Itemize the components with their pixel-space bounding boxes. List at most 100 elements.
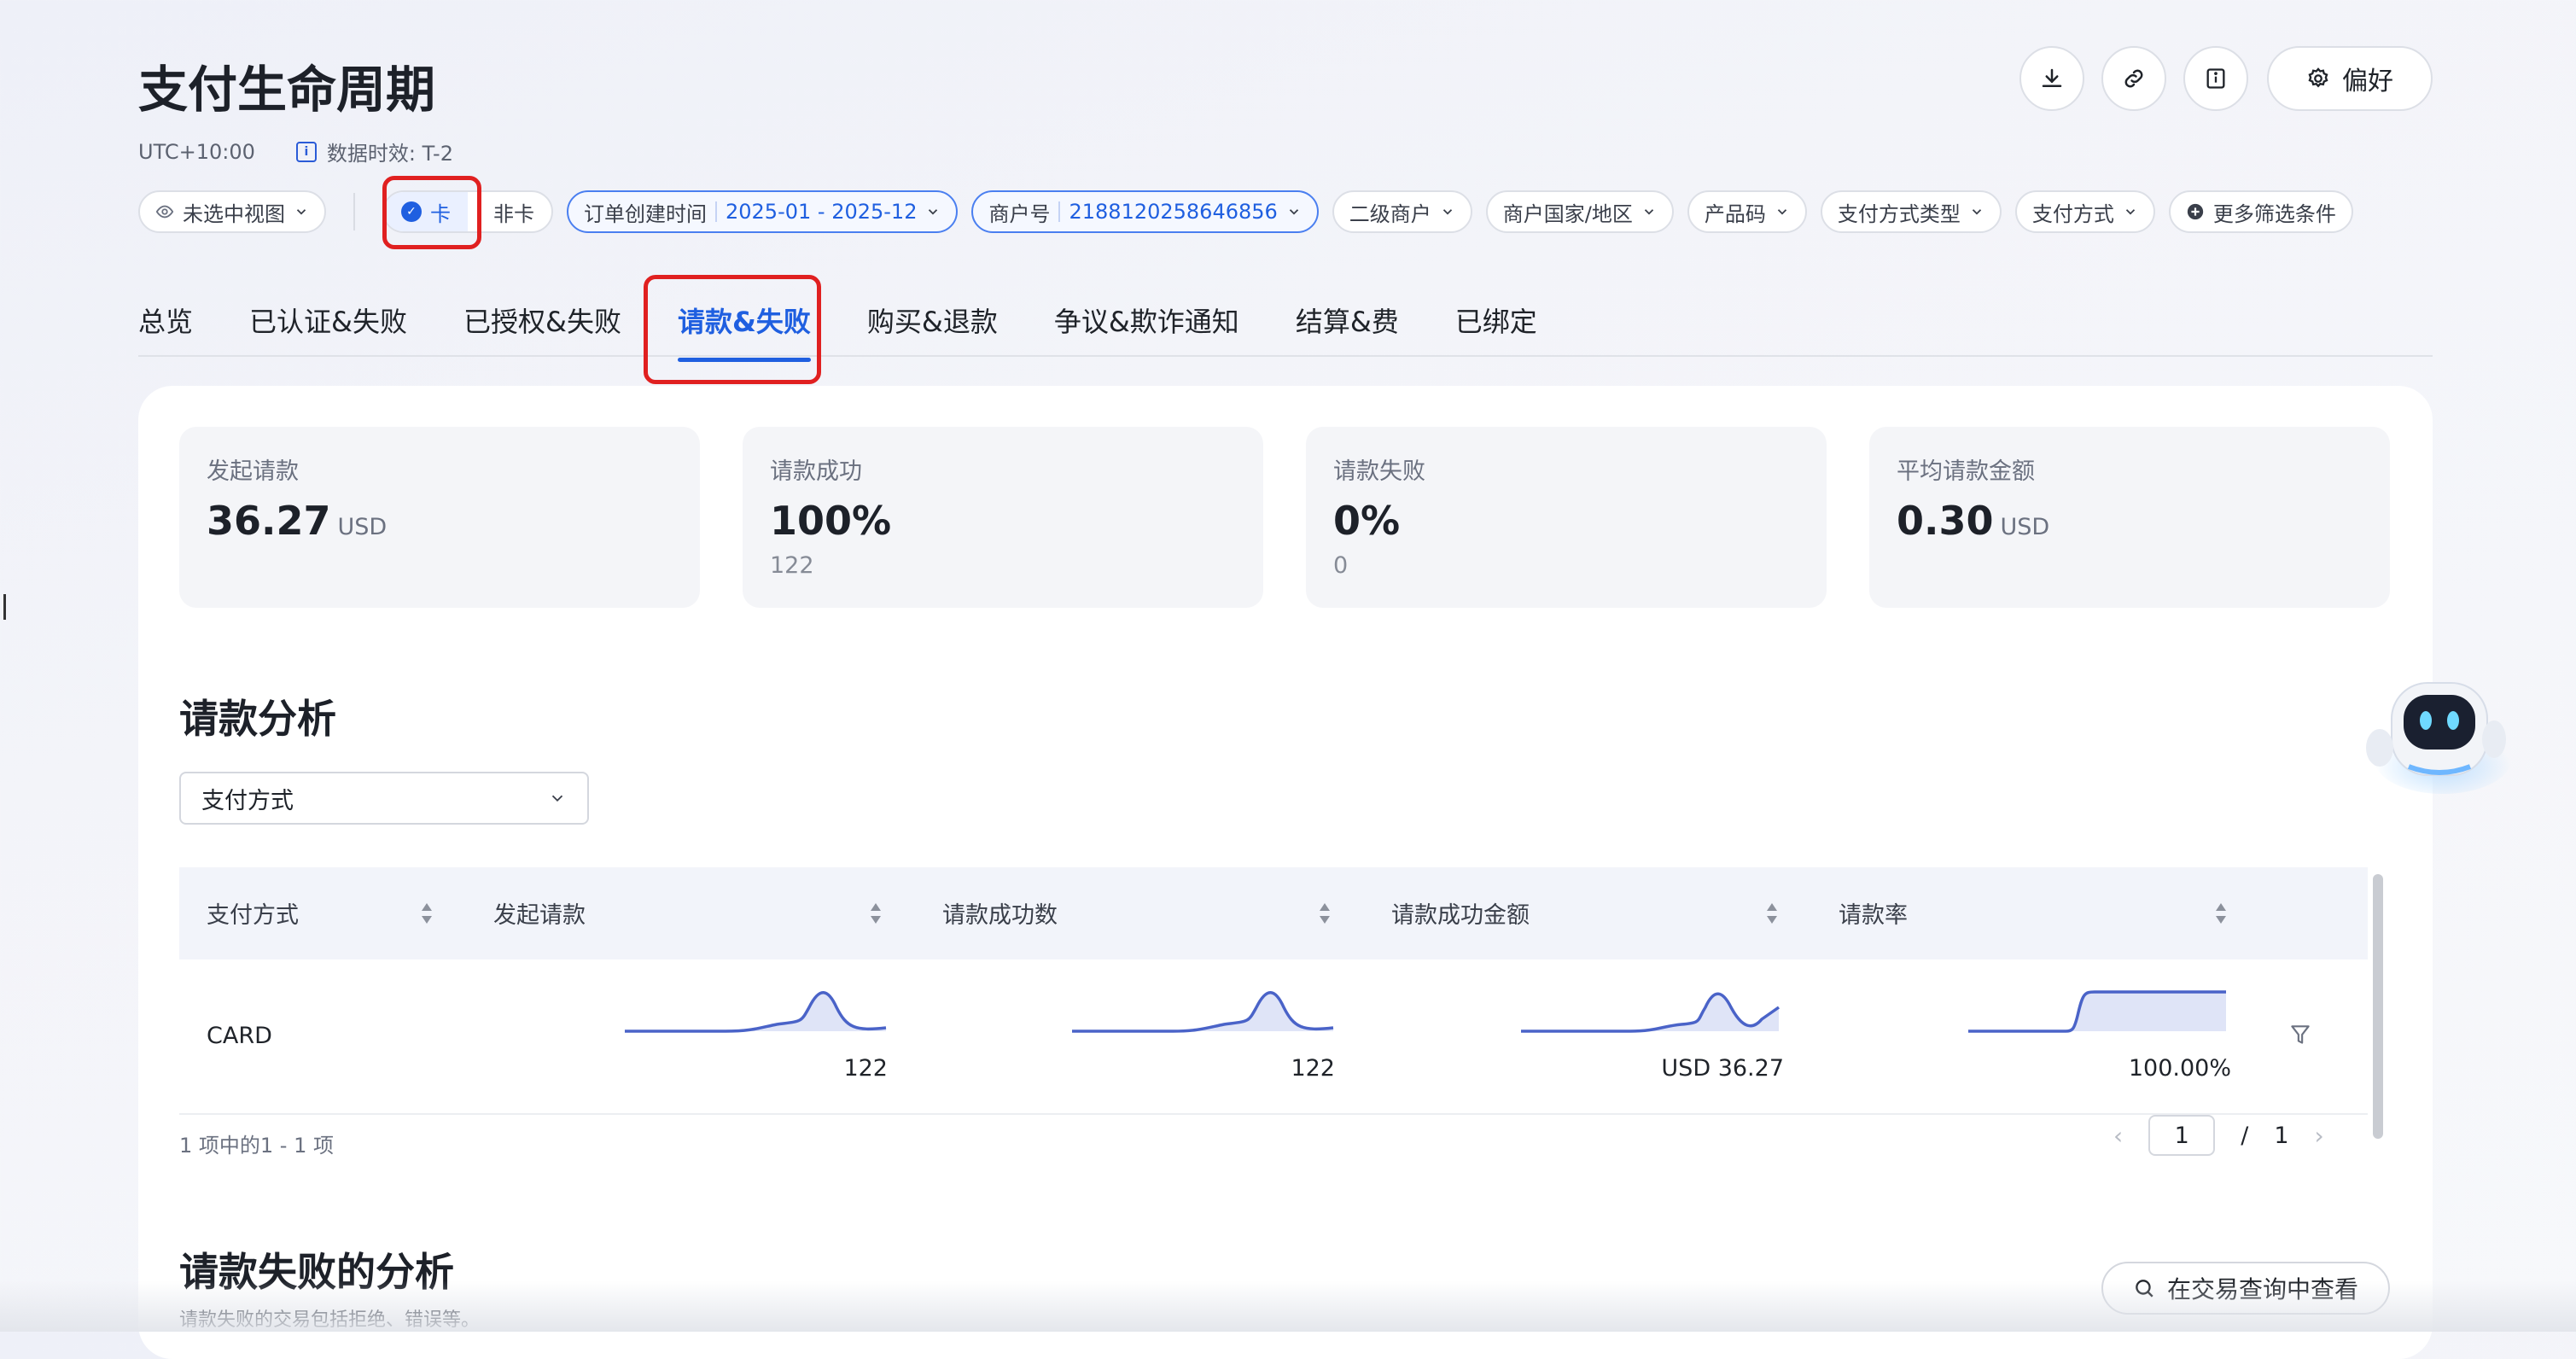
more-filters-button[interactable]: 更多筛选条件 xyxy=(2168,190,2353,233)
tab-purchase-refund[interactable]: 购买&退款 xyxy=(867,300,998,362)
kpi-label: 请款失败 xyxy=(1333,458,1425,485)
noncard-toggle-label: 非卡 xyxy=(493,201,534,226)
failure-analysis-description: 请款失败的交易包括拒绝、错误等。 xyxy=(179,1309,481,1331)
sort-icon[interactable] xyxy=(1318,900,1332,927)
info-button[interactable] xyxy=(2183,46,2248,111)
total-pages: 1 xyxy=(2274,1122,2289,1149)
sort-icon[interactable] xyxy=(1765,900,1779,927)
sort-icon[interactable] xyxy=(420,900,434,927)
kpi-card-initiated: 发起请款 36.27 USD xyxy=(179,427,700,608)
order-time-filter[interactable]: 订单创建时间 2025-01 - 2025-12 xyxy=(567,190,959,233)
payment-method-type-filter[interactable]: 支付方式类型 xyxy=(1820,190,2002,233)
tab-overview[interactable]: 总览 xyxy=(138,300,193,362)
column-header-success-count[interactable]: 请款成功数 xyxy=(942,896,1058,930)
merchant-country-filter-label: 商户国家/地区 xyxy=(1502,201,1633,226)
kpi-sub: 0 xyxy=(1333,552,1349,579)
next-page-icon[interactable]: › xyxy=(2315,1122,2324,1150)
link-icon xyxy=(2124,69,2143,88)
filter-divider xyxy=(353,193,355,230)
chevron-down-icon xyxy=(296,209,306,215)
noncard-toggle-option[interactable]: 非卡 xyxy=(476,192,551,231)
chevron-down-icon xyxy=(2125,209,2136,215)
sparkline-rate xyxy=(1968,990,2226,1033)
share-link-button[interactable] xyxy=(2101,46,2166,111)
more-filters-label: 更多筛选条件 xyxy=(2212,201,2336,226)
tab-dispute-fraud[interactable]: 争议&欺诈通知 xyxy=(1054,300,1239,362)
tab-authorized-failed[interactable]: 已授权&失败 xyxy=(463,300,621,362)
sub-merchant-filter-label: 二级商户 xyxy=(1349,201,1431,226)
preferences-label: 偏好 xyxy=(2342,67,2393,96)
data-freshness: i 数据时效: T-2 xyxy=(295,137,453,166)
gear-icon xyxy=(2308,67,2328,88)
payment-method-type-filter-label: 支付方式类型 xyxy=(1837,201,1961,226)
tab-divider xyxy=(138,355,2433,357)
table-cell-success-count: 122 xyxy=(1291,1055,1335,1082)
product-code-filter-label: 产品码 xyxy=(1704,201,1766,226)
filter-separator xyxy=(1058,201,1061,222)
page-title: 支付生命周期 xyxy=(138,61,436,119)
failure-analysis-title: 请款失败的分析 xyxy=(179,1249,454,1295)
kpi-value: 36.27 USD xyxy=(207,498,673,544)
kpi-unit: USD xyxy=(2000,514,2050,540)
tab-bound[interactable]: 已绑定 xyxy=(1455,300,1537,362)
sparkline-success-amount xyxy=(1521,992,1780,1033)
kpi-value-number: 0.30 xyxy=(1897,498,1994,544)
kpi-label: 发起请款 xyxy=(207,458,299,485)
sparkline-initiated xyxy=(625,991,887,1033)
download-button[interactable] xyxy=(2019,46,2084,111)
kpi-card-average: 平均请款金额 0.30 USD xyxy=(1869,427,2390,608)
chevron-down-icon xyxy=(1289,209,1298,215)
table-cell-rate: 100.00% xyxy=(2128,1055,2231,1082)
filter-separator xyxy=(715,201,717,222)
page-input[interactable]: 1 xyxy=(2148,1115,2216,1156)
view-selector[interactable]: 未选中视图 xyxy=(138,190,326,233)
assistant-robot-button[interactable] xyxy=(2357,666,2520,802)
kpi-value: 100% xyxy=(770,498,892,544)
product-code-filter[interactable]: 产品码 xyxy=(1687,190,1807,233)
chevron-down-icon xyxy=(1644,209,1654,215)
column-header-rate[interactable]: 请款率 xyxy=(1839,896,1908,930)
kpi-value: 0.30 USD xyxy=(1897,498,2363,544)
kpi-value: 0% xyxy=(1333,498,1401,544)
page-meta: UTC+10:00 i 数据时效: T-2 xyxy=(138,137,453,166)
tab-settlement-fee[interactable]: 结算&费 xyxy=(1296,300,1399,362)
tab-authenticated-failed[interactable]: 已认证&失败 xyxy=(249,300,407,362)
view-in-transaction-query-button[interactable]: 在交易查询中查看 xyxy=(2101,1262,2390,1315)
table-scrollbar-thumb[interactable] xyxy=(2373,874,2383,1139)
timezone-label: UTC+10:00 xyxy=(138,139,255,164)
text-cursor xyxy=(3,594,6,620)
info-square-icon xyxy=(2206,68,2225,89)
highlight-box-tab xyxy=(644,275,821,384)
chevron-down-icon xyxy=(1442,209,1452,215)
view-in-transaction-query-label: 在交易查询中查看 xyxy=(2166,1275,2358,1304)
info-icon: i xyxy=(295,141,317,162)
merchant-id-filter[interactable]: 商户号 2188120258646856 xyxy=(971,190,1319,233)
column-header-method[interactable]: 支付方式 xyxy=(207,896,299,930)
chevron-down-icon xyxy=(1777,209,1787,215)
kpi-card-failed: 请款失败 0% 0 xyxy=(1306,427,1827,608)
kpi-label: 请款成功 xyxy=(770,458,862,485)
robot-icon xyxy=(2366,682,2511,794)
pagination: ‹ 1 / 1 › xyxy=(2113,1115,2324,1156)
column-header-initiated[interactable]: 发起请款 xyxy=(493,896,586,930)
analysis-title: 请款分析 xyxy=(179,696,336,742)
filter-icon[interactable] xyxy=(2289,1023,2311,1048)
table-cell-initiated: 122 xyxy=(843,1055,888,1082)
tab-bar: 总览 已认证&失败 已授权&失败 请款&失败 购买&退款 争议&欺诈通知 结算&… xyxy=(138,300,1537,362)
merchant-id-filter-label: 商户号 xyxy=(988,201,1051,226)
sort-icon[interactable] xyxy=(869,900,883,927)
table-cell-method: CARD xyxy=(207,1023,272,1049)
data-freshness-label: 数据时效: T-2 xyxy=(326,142,453,166)
plus-circle-icon xyxy=(2187,203,2204,220)
sort-icon[interactable] xyxy=(2214,900,2228,927)
column-header-success-amount[interactable]: 请款成功金额 xyxy=(1391,896,1530,930)
payment-method-filter[interactable]: 支付方式 xyxy=(2014,190,2155,233)
preferences-button[interactable]: 偏好 xyxy=(2267,46,2433,111)
merchant-id-filter-value: 2188120258646856 xyxy=(1069,200,1278,224)
sub-merchant-filter[interactable]: 二级商户 xyxy=(1332,190,1472,233)
dimension-select[interactable]: 支付方式 xyxy=(179,772,589,825)
prev-page-icon[interactable]: ‹ xyxy=(2113,1122,2123,1150)
merchant-country-filter[interactable]: 商户国家/地区 xyxy=(1485,190,1674,233)
chevron-down-icon xyxy=(551,795,563,802)
row-divider xyxy=(179,1113,2368,1115)
